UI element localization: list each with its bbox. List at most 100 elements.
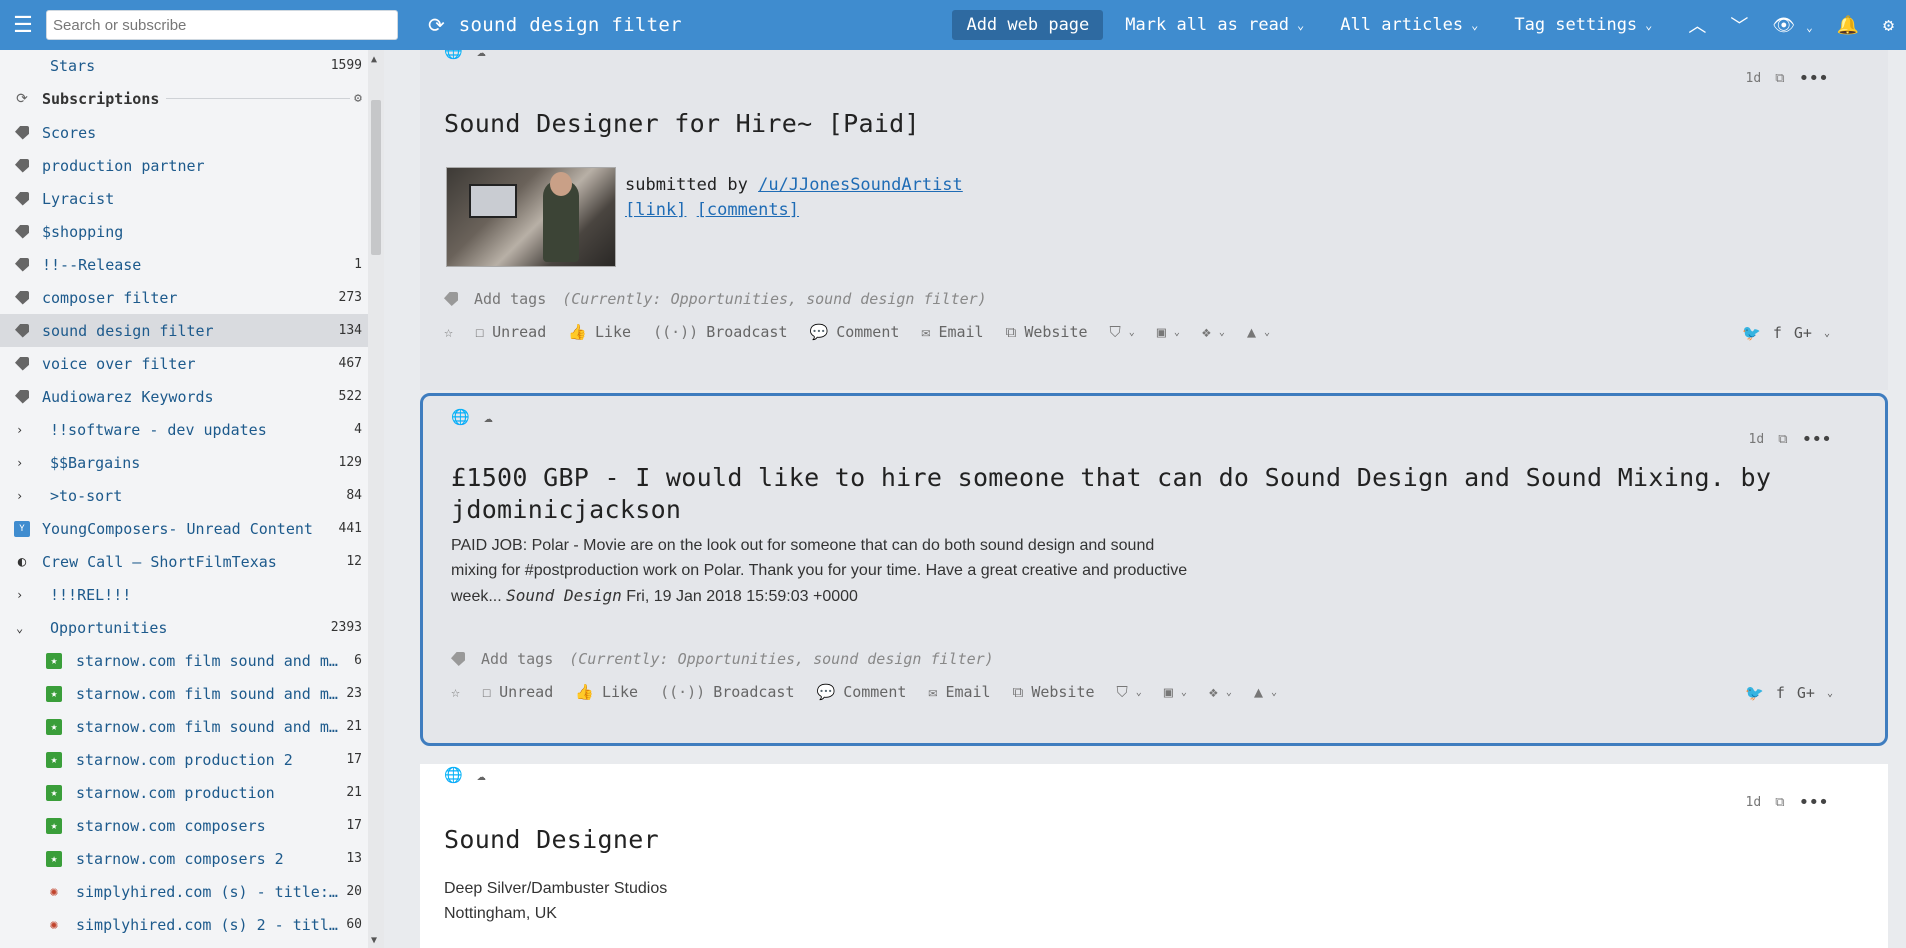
comments-link[interactable]: [comments] [697, 200, 799, 220]
broadcast-button[interactable]: ((·)) Broadcast [660, 683, 794, 701]
unread-button[interactable]: ☐ Unread [482, 683, 553, 701]
article-title[interactable]: Sound Designer for Hire~ [Paid] [444, 108, 920, 140]
mark-all-read-button[interactable]: Mark all as read ⌄ [1125, 15, 1304, 35]
sidebar-item-tag[interactable]: Scores [0, 116, 384, 149]
user-link[interactable]: /u/JJonesSoundArtist [758, 175, 963, 195]
google-drive-button[interactable]: ▲ ⌄ [1254, 683, 1277, 701]
sidebar-feed[interactable]: ★ starnow.com film sound and m… 6 [0, 644, 384, 677]
article-card[interactable]: 🌐 ☁ 1d ⧉ ••• Sound Designer Deep Silver/D… [420, 764, 1888, 948]
sidebar-item-tag[interactable]: Audiowarez Keywords 522 [0, 380, 384, 413]
sidebar-item-tag[interactable]: $shopping [0, 215, 384, 248]
sidebar-scrollbar[interactable]: ▲ ▼ [368, 50, 384, 948]
more-icon[interactable]: ••• [1801, 429, 1831, 450]
pocket-button[interactable]: ⛉ ⌄ [1117, 683, 1142, 701]
sidebar-feed[interactable]: ★ starnow.com film sound and m… 21 [0, 710, 384, 743]
all-articles-dropdown[interactable]: All articles ⌄ [1340, 15, 1478, 35]
external-link-icon[interactable]: ⧉ [1775, 795, 1784, 810]
google-plus-icon[interactable]: G+ [1797, 684, 1815, 702]
gear-icon[interactable]: ⚙ [1883, 15, 1894, 36]
like-button[interactable]: 👍 Like [568, 323, 631, 341]
scroll-down-icon[interactable]: ▼ [371, 935, 377, 946]
comment-button[interactable]: 💬 Comment [810, 323, 900, 341]
scrollbar-thumb[interactable] [371, 100, 381, 255]
email-button[interactable]: ✉ Email [921, 323, 983, 341]
external-link-icon[interactable]: ⧉ [1778, 432, 1787, 447]
sidebar-item-tag[interactable]: composer filter 273 [0, 281, 384, 314]
search-input[interactable]: Search or subscribe [46, 10, 398, 40]
chevron-down-icon[interactable]: ﹀ [1730, 12, 1748, 38]
more-icon[interactable]: ••• [1798, 792, 1828, 813]
tag-settings-dropdown[interactable]: Tag settings ⌄ [1514, 15, 1652, 35]
chevron-down-icon[interactable]: ⌄ [1824, 328, 1830, 339]
add-tags-link[interactable]: Add tags [481, 650, 553, 668]
add-tags-link[interactable]: Add tags [474, 290, 546, 308]
refresh-icon[interactable]: ⟳ [14, 91, 30, 107]
sidebar-feed[interactable]: ★ starnow.com production 21 [0, 776, 384, 809]
twitter-icon[interactable]: 🐦 [1742, 324, 1761, 342]
sidebar-item-tag[interactable]: voice over filter 467 [0, 347, 384, 380]
sidebar-folder[interactable]: › $$Bargains 129 [0, 446, 384, 479]
star-button[interactable]: ☆ [451, 683, 460, 701]
chevron-right-icon[interactable]: › [16, 456, 32, 470]
sidebar-feed[interactable]: ◐ Crew Call – ShortFilmTexas 12 [0, 545, 384, 578]
sidebar-feed[interactable]: ★ starnow.com film sound and m… 23 [0, 677, 384, 710]
eye-icon[interactable]: 👁 ⌄ [1772, 15, 1812, 36]
sidebar-folder-opportunities[interactable]: ⌄ Opportunities 2393 [0, 611, 384, 644]
sidebar-item-tag[interactable]: production partner [0, 149, 384, 182]
chevron-down-icon[interactable]: ⌄ [1827, 688, 1833, 699]
sidebar-feed[interactable]: ✺ simplyhired.com (s) 2 - titl… 60 [0, 908, 384, 941]
chevron-right-icon[interactable]: › [16, 588, 32, 602]
link-link[interactable]: [link] [625, 200, 686, 220]
sidebar-item-tag[interactable]: !!--Release 1 [0, 248, 384, 281]
like-button[interactable]: 👍 Like [575, 683, 638, 701]
gear-icon[interactable]: ⚙ [354, 91, 362, 106]
dropbox-button[interactable]: ❖ ⌄ [1209, 683, 1232, 701]
sidebar-folder[interactable]: › !!software - dev updates 4 [0, 413, 384, 446]
facebook-icon[interactable]: f [1773, 324, 1782, 342]
unread-button[interactable]: ☐ Unread [475, 323, 546, 341]
chevron-right-icon[interactable]: › [16, 489, 32, 503]
google-drive-button[interactable]: ▲ ⌄ [1247, 323, 1270, 341]
dropbox-button[interactable]: ❖ ⌄ [1202, 323, 1225, 341]
subscriptions-header[interactable]: ⟳ Subscriptions ⚙ [0, 82, 384, 115]
google-plus-icon[interactable]: G+ [1794, 324, 1812, 342]
facebook-icon[interactable]: f [1776, 684, 1785, 702]
star-button[interactable]: ☆ [444, 323, 453, 341]
email-button[interactable]: ✉ Email [928, 683, 990, 701]
article-card-selected[interactable]: 🌐 ☁ 1d ⧉ ••• £1500 GBP - I would like to … [420, 393, 1888, 746]
onenote-button[interactable]: ▣ ⌄ [1157, 323, 1180, 341]
refresh-icon[interactable]: ⟳ [428, 13, 445, 37]
more-icon[interactable]: ••• [1798, 68, 1828, 89]
sidebar-feed[interactable]: ✺ simplyhired.com (s) - title:… 20 [0, 875, 384, 908]
pocket-button[interactable]: ⛉ ⌄ [1110, 323, 1135, 341]
website-button[interactable]: ⧉ Website [1013, 683, 1095, 701]
sidebar-item-tag-active[interactable]: sound design filter 134 [0, 314, 384, 347]
sidebar-folder[interactable]: › !!!REL!!! [0, 578, 384, 611]
scroll-up-icon[interactable]: ▲ [371, 54, 377, 65]
comment-button[interactable]: 💬 Comment [817, 683, 907, 701]
sidebar-feed[interactable]: ★ starnow.com composers 2 13 [0, 842, 384, 875]
article-title[interactable]: £1500 GBP - I would like to hire someone… [451, 462, 1771, 526]
sidebar-feed[interactable]: Y YoungComposers- Unread Content 441 [0, 512, 384, 545]
onenote-button[interactable]: ▣ ⌄ [1164, 683, 1187, 701]
sidebar-item-tag[interactable]: Lyracist [0, 182, 384, 215]
chevron-up-icon[interactable]: ︿ [1688, 12, 1706, 38]
sidebar-folder[interactable]: › >to-sort 84 [0, 479, 384, 512]
broadcast-button[interactable]: ((·)) Broadcast [653, 323, 787, 341]
add-web-page-button[interactable]: Add web page [952, 10, 1104, 40]
twitter-icon[interactable]: 🐦 [1745, 684, 1764, 702]
article-card[interactable]: 🌐 ☁ 1d ⧉ ••• Sound Designer for Hire~ [Pa… [420, 50, 1888, 390]
external-link-icon[interactable]: ⧉ [1775, 71, 1784, 86]
sidebar-item-stars[interactable]: Stars 1599 [0, 50, 384, 81]
article-thumbnail[interactable] [446, 167, 616, 267]
bell-icon[interactable]: 🔔 [1837, 15, 1859, 36]
chevron-right-icon[interactable]: › [16, 423, 32, 437]
share-buttons: 🐦 f G+ ⌄ [1745, 684, 1833, 702]
menu-icon[interactable]: ☰ [0, 0, 46, 50]
website-button[interactable]: ⧉ Website [1006, 323, 1088, 341]
tag-icon [14, 125, 30, 141]
article-title[interactable]: Sound Designer [444, 824, 659, 856]
chevron-down-icon[interactable]: ⌄ [16, 621, 32, 635]
sidebar-feed[interactable]: ★ starnow.com composers 17 [0, 809, 384, 842]
sidebar-feed[interactable]: ★ starnow.com production 2 17 [0, 743, 384, 776]
